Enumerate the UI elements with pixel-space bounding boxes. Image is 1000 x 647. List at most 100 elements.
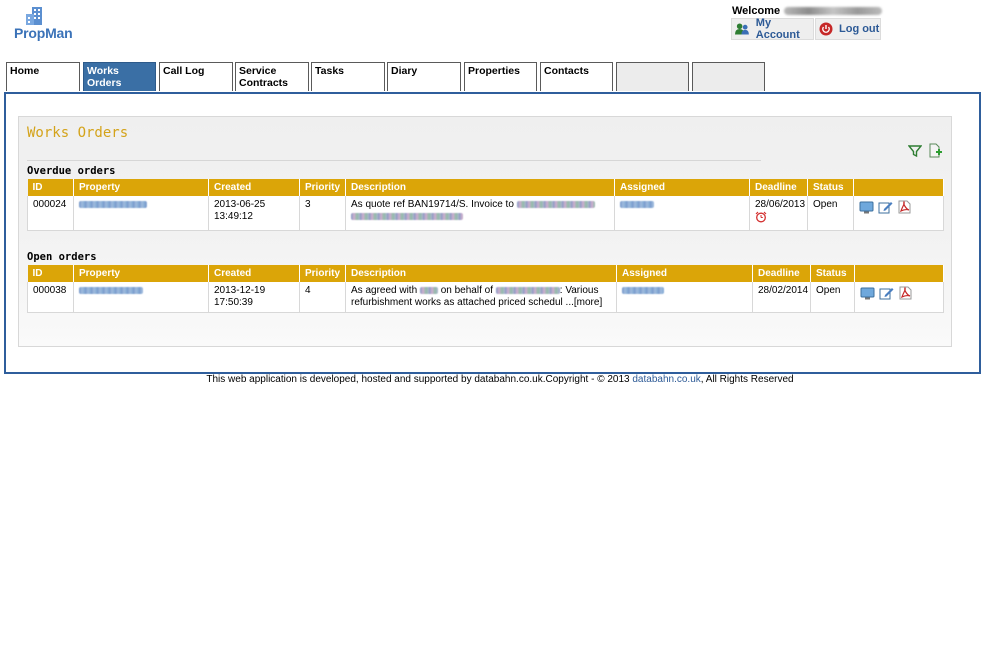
col-header-priority[interactable]: Priority [299, 179, 346, 196]
created-cell: 2013-12-19 17:50:39 [208, 282, 300, 313]
table-header-row: ID Property Created Priority Description… [27, 179, 944, 196]
col-header-deadline[interactable]: Deadline [749, 179, 808, 196]
edit-icon[interactable] [878, 200, 893, 218]
priority: 4 [299, 282, 346, 313]
tab-works-orders[interactable]: Works Orders [83, 62, 156, 91]
col-header-actions [854, 265, 944, 282]
welcome-message: Welcome [732, 5, 883, 17]
tab-properties[interactable]: Properties [464, 62, 537, 91]
overdue-orders-table: ID Property Created Priority Description… [27, 179, 944, 231]
created-time: 17:50:39 [214, 297, 253, 308]
works-orders-panel: Works Orders Overdue orders ID Property … [18, 116, 952, 347]
order-id: 000024 [27, 196, 74, 231]
description-text: : Various [559, 285, 599, 296]
description-text: on behalf of [440, 285, 493, 296]
table-row[interactable]: 000024 2013-06-25 13:49:12 3 As quote re… [27, 196, 944, 231]
footer-link[interactable]: databahn.co.uk [632, 374, 700, 385]
deadline-cell: 28/06/2013 [749, 196, 808, 231]
table-row[interactable]: 000038 2013-12-19 17:50:39 4 As agreed w… [27, 282, 944, 313]
description-cell: As quote ref BAN19714/S. Invoice to [345, 196, 615, 231]
power-icon [819, 22, 833, 36]
assigned-cell [614, 196, 750, 231]
col-header-created[interactable]: Created [208, 179, 300, 196]
content-frame: Works Orders Overdue orders ID Property … [4, 92, 981, 374]
pdf-icon[interactable] [897, 200, 912, 218]
redacted-name [495, 286, 560, 294]
open-orders-title: Open orders [27, 251, 97, 263]
description-text: refurbishment works as attached priced s… [351, 297, 574, 308]
alarm-clock-icon [755, 211, 767, 223]
tab-empty-2[interactable] [692, 62, 765, 91]
deadline: 28/02/2014 [752, 282, 811, 313]
logout-label: Log out [839, 23, 880, 35]
col-header-id[interactable]: ID [27, 265, 74, 282]
priority: 3 [299, 196, 346, 231]
col-header-id[interactable]: ID [27, 179, 74, 196]
edit-icon[interactable] [879, 286, 894, 304]
footer-text: This web application is developed, hoste… [206, 374, 630, 385]
tab-home[interactable]: Home [6, 62, 80, 91]
table-header-row: ID Property Created Priority Description… [27, 265, 944, 282]
status: Open [807, 196, 854, 231]
col-header-property[interactable]: Property [73, 179, 209, 196]
my-account-label: My Account [755, 17, 800, 41]
page-title: Works Orders [27, 125, 129, 141]
propman-logo[interactable]: PropMan [12, 6, 82, 42]
redacted-assigned-link[interactable] [622, 286, 664, 294]
property-cell [73, 282, 209, 313]
property-cell [73, 196, 209, 231]
order-id: 000038 [27, 282, 74, 313]
redacted-property-link[interactable] [79, 200, 147, 208]
created-date: 2013-06-25 [214, 199, 266, 210]
col-header-assigned[interactable]: Assigned [614, 179, 750, 196]
created-cell: 2013-06-25 13:49:12 [208, 196, 300, 231]
col-header-created[interactable]: Created [208, 265, 300, 282]
col-header-status[interactable]: Status [810, 265, 855, 282]
col-header-status[interactable]: Status [807, 179, 854, 196]
actions-cell [854, 282, 944, 313]
deadline: 28/06/2013 [755, 199, 806, 210]
filter-icon[interactable] [908, 144, 922, 158]
tab-empty-1[interactable] [616, 62, 689, 91]
redacted-assigned-link[interactable] [620, 200, 654, 208]
col-header-deadline[interactable]: Deadline [752, 265, 811, 282]
monitor-icon[interactable] [859, 201, 874, 218]
col-header-property[interactable]: Property [73, 265, 209, 282]
footer: This web application is developed, hoste… [0, 374, 1000, 385]
tab-tasks[interactable]: Tasks [311, 62, 385, 91]
tab-service-contracts[interactable]: Service Contracts [235, 62, 309, 91]
open-orders-table: ID Property Created Priority Description… [27, 265, 944, 313]
my-account-button[interactable]: My Account [731, 17, 814, 41]
redacted-username [784, 7, 883, 16]
monitor-icon[interactable] [860, 287, 875, 304]
description-cell: As agreed with on behalf of : Various re… [345, 282, 617, 313]
created-time: 13:49:12 [214, 211, 253, 222]
redacted-property-link[interactable] [79, 286, 143, 294]
building-icon [26, 7, 42, 25]
logout-button[interactable]: Log out [815, 18, 881, 40]
description-text: As quote ref BAN19714/S. Invoice to [351, 199, 514, 210]
redacted-name [419, 286, 438, 294]
description-text: As agreed with [351, 285, 418, 296]
more-link[interactable]: [more] [574, 297, 602, 308]
welcome-label: Welcome [732, 5, 781, 17]
col-header-actions [853, 179, 944, 196]
redacted-name [516, 200, 595, 208]
col-header-description[interactable]: Description [345, 179, 615, 196]
pdf-icon[interactable] [898, 286, 913, 304]
tab-contacts[interactable]: Contacts [540, 62, 613, 91]
col-header-description[interactable]: Description [345, 265, 617, 282]
assigned-cell [616, 282, 753, 313]
col-header-priority[interactable]: Priority [299, 265, 346, 282]
users-icon [735, 23, 749, 35]
col-header-assigned[interactable]: Assigned [616, 265, 753, 282]
add-document-icon[interactable] [927, 143, 943, 159]
tab-diary[interactable]: Diary [387, 62, 461, 91]
overdue-orders-title: Overdue orders [27, 165, 116, 177]
logo-text: PropMan [14, 25, 73, 41]
created-date: 2013-12-19 [214, 285, 266, 296]
status: Open [810, 282, 855, 313]
footer-suffix: , All Rights Reserved [700, 374, 794, 385]
tab-call-log[interactable]: Call Log [159, 62, 233, 91]
redacted-text [351, 212, 463, 220]
